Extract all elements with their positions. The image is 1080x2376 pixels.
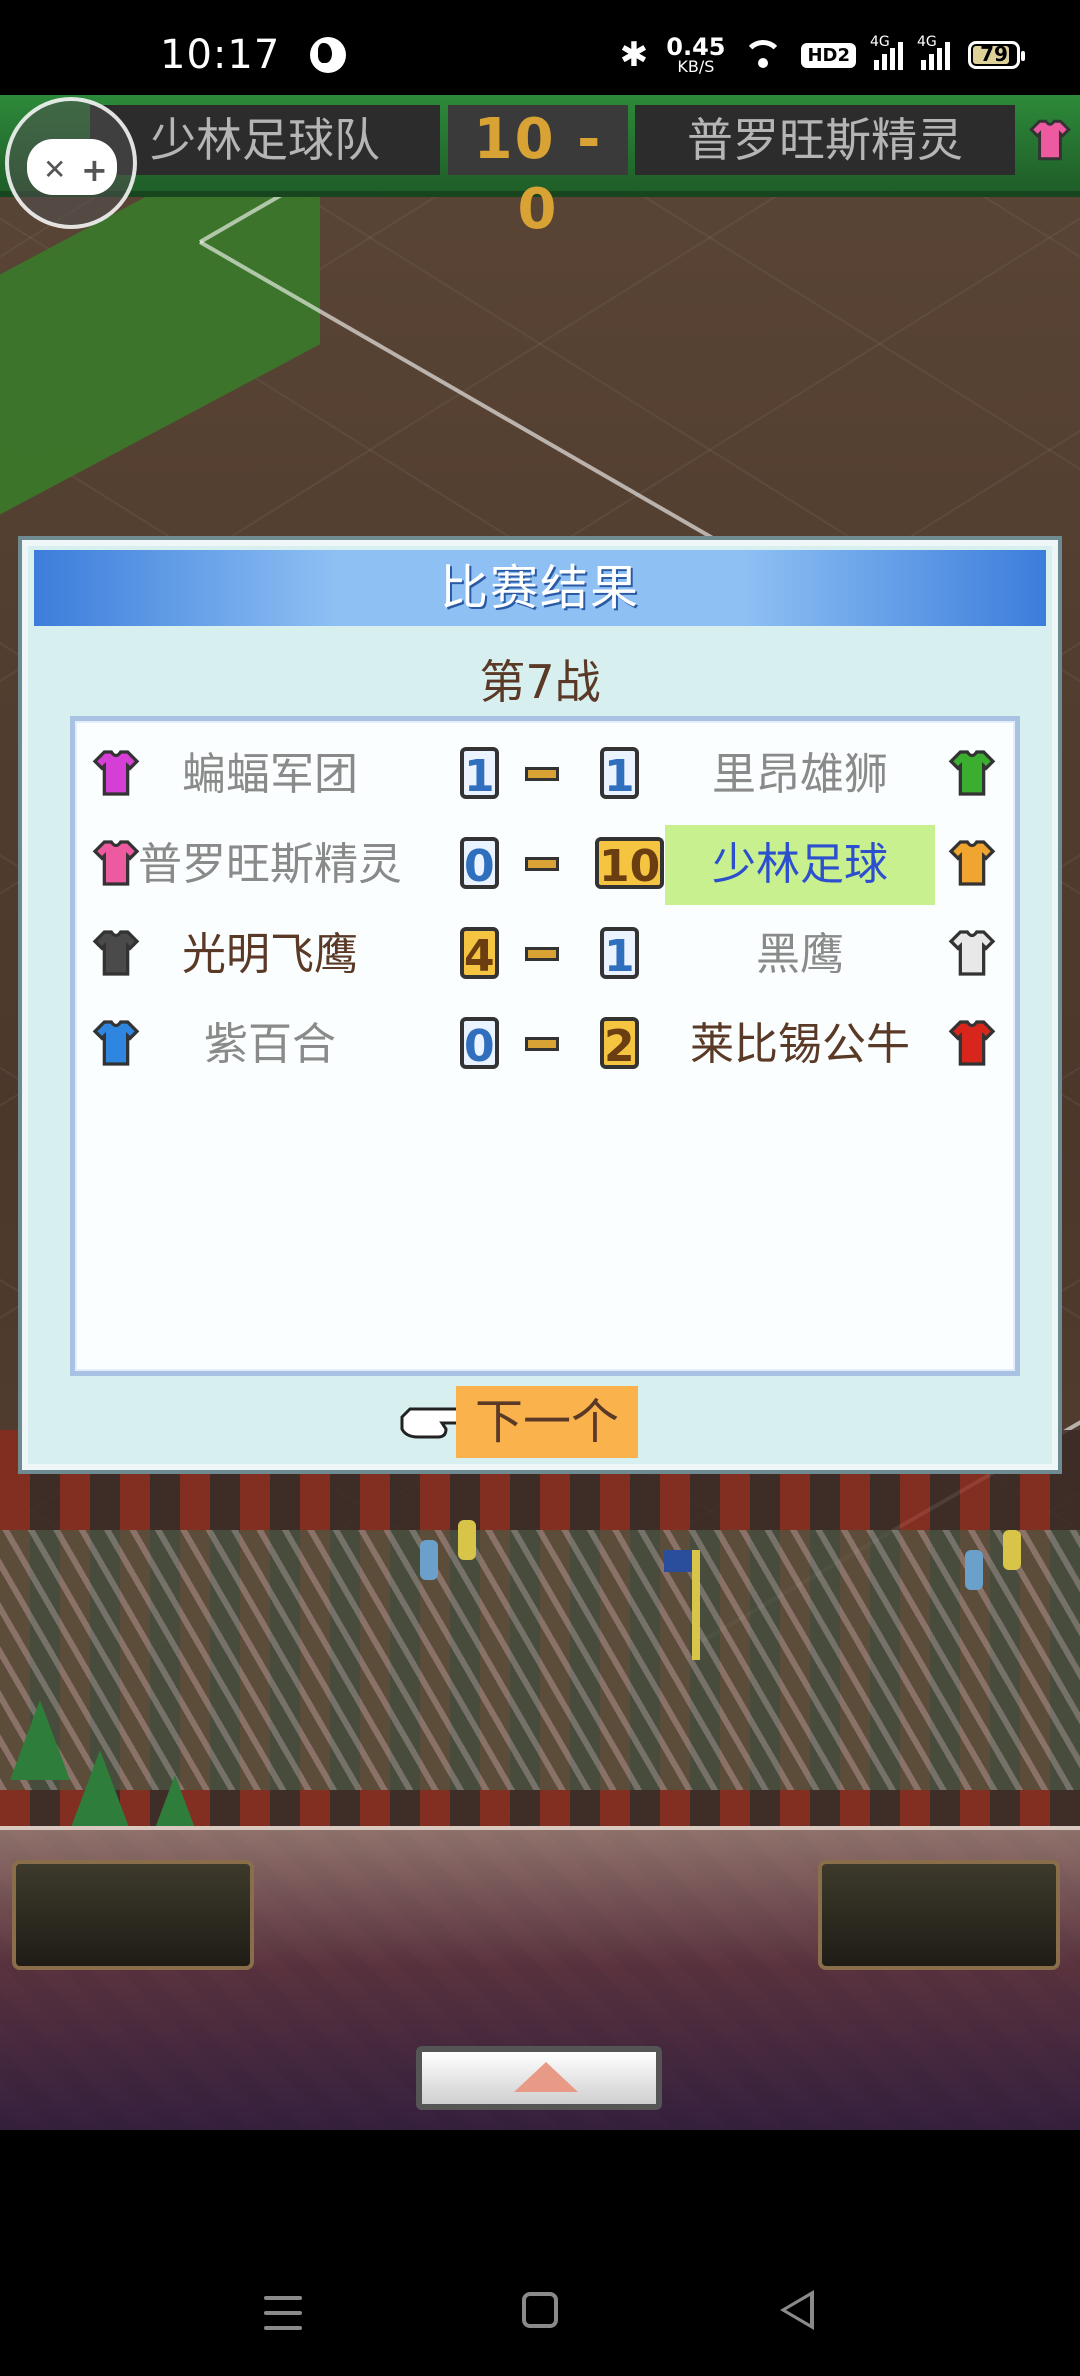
- back-icon[interactable]: [780, 2290, 814, 2330]
- away-shirt-icon: [943, 835, 1001, 891]
- score-dash: [525, 947, 559, 961]
- dialog-title: 比赛结果: [34, 550, 1046, 626]
- net-speed-unit: KB/S: [677, 57, 715, 76]
- round-label: 第7战: [479, 655, 601, 709]
- score-dash: [525, 857, 559, 871]
- wifi-icon: [743, 40, 784, 70]
- home-team-name: 蝙蝠军团: [182, 749, 358, 800]
- tree: [10, 1700, 70, 1780]
- battery-icon: 79: [968, 41, 1025, 69]
- home-team-name: 光明飞鹰: [182, 929, 358, 980]
- tree: [70, 1750, 130, 1830]
- globe-icon: [310, 37, 347, 73]
- gamepad-icon[interactable]: ✕ +: [5, 97, 137, 229]
- away-score: 2: [600, 1017, 639, 1072]
- bluetooth-icon: ✱: [619, 35, 649, 75]
- menu-toggle-button[interactable]: [416, 2046, 662, 2110]
- home-score: 4: [460, 927, 499, 982]
- away-score: 1: [600, 747, 639, 802]
- match-results-dialog: 比赛结果 第7战 蝙蝠军团 1 1 里昂雄狮 普罗旺斯精灵 0 10 少林足球 光明飞鹰 4 1 黑鹰…: [22, 540, 1058, 1470]
- signal-icon: 4G: [870, 34, 903, 70]
- signal-label: 4G: [870, 34, 890, 50]
- bottle: [420, 1540, 438, 1580]
- status-bar: 10:17 ✱ 0.45 KB/S HD2 4G 4G 79: [0, 0, 1080, 110]
- scoreboard-home-team: 少林足球队: [90, 105, 440, 175]
- home-score: 0: [460, 837, 499, 892]
- navigation-bar: [0, 2130, 1080, 2376]
- bottle: [965, 1550, 983, 1590]
- next-button[interactable]: 下一个: [456, 1386, 638, 1458]
- score-dash: [525, 767, 559, 781]
- result-row: 蝙蝠军团 1 1 里昂雄狮: [75, 735, 1015, 815]
- away-shirt-icon: [943, 745, 1001, 801]
- scoreboard-score: 10 - 0: [448, 105, 628, 242]
- left-slot[interactable]: [12, 1860, 254, 1970]
- result-row: 普罗旺斯精灵 0 10 少林足球: [75, 825, 1015, 905]
- signal-label-2: 4G: [917, 34, 937, 50]
- result-row: 光明飞鹰 4 1 黑鹰: [75, 915, 1015, 995]
- net-speed: 0.45 KB/S: [666, 35, 725, 75]
- away-team-name: 里昂雄狮: [712, 749, 888, 800]
- away-team-name: 莱比锡公牛: [690, 1019, 910, 1070]
- fence: [0, 1530, 1080, 1790]
- results-list: 蝙蝠军团 1 1 里昂雄狮 普罗旺斯精灵 0 10 少林足球 光明飞鹰 4 1 黑鹰 紫百合 0 2 莱比锡公…: [70, 716, 1020, 1376]
- next-area: 下一个: [28, 1386, 1052, 1462]
- away-score: 10: [595, 837, 665, 892]
- score-dash: [525, 1037, 559, 1051]
- net-speed-value: 0.45: [666, 33, 726, 61]
- bottle: [1003, 1530, 1021, 1570]
- away-score: 1: [600, 927, 639, 982]
- right-slot[interactable]: [818, 1860, 1060, 1970]
- signal-icon-2: 4G: [917, 34, 950, 70]
- home-score: 0: [460, 1017, 499, 1072]
- away-shirt-icon: [943, 925, 1001, 981]
- home-team-name: 普罗旺斯精灵: [138, 839, 402, 890]
- home-score: 1: [460, 747, 499, 802]
- away-team-name: 少林足球: [665, 825, 935, 905]
- status-time: 10:17: [160, 32, 281, 78]
- scoreboard-away-team: 普罗旺斯精灵: [635, 105, 1015, 175]
- bottom-panel: [0, 1826, 1080, 2134]
- home-team-name: 紫百合: [204, 1019, 336, 1070]
- status-icons: ✱ 0.45 KB/S HD2 4G 4G 79: [619, 34, 1025, 75]
- bottle: [458, 1520, 476, 1560]
- shirt-icon: [1025, 115, 1075, 165]
- battery-level: 79: [980, 42, 1008, 66]
- corner-flag: [664, 1550, 700, 1660]
- away-shirt-icon: [943, 1015, 1001, 1071]
- away-team-name: 黑鹰: [756, 929, 844, 980]
- recent-apps-icon[interactable]: [264, 2296, 302, 2330]
- result-row: 紫百合 0 2 莱比锡公牛: [75, 1005, 1015, 1085]
- home-icon[interactable]: [522, 2292, 558, 2328]
- scoreboard: 少林足球队 10 - 0 普罗旺斯精灵: [0, 95, 1080, 242]
- hd-badge: HD2: [801, 42, 856, 68]
